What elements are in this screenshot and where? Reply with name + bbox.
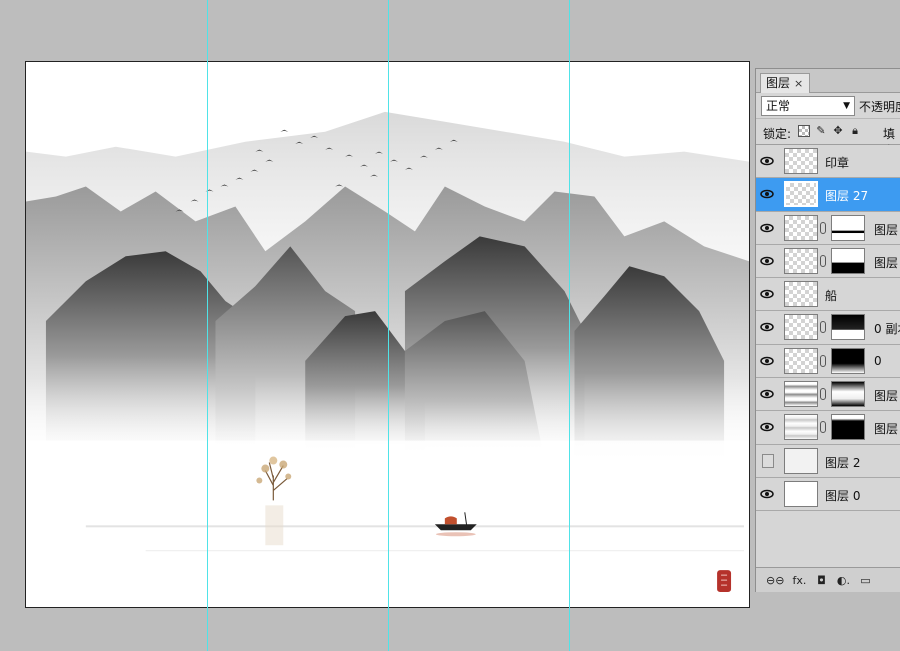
layer-row[interactable]: 图层 xyxy=(756,378,900,412)
layer-row[interactable]: 图层 2 xyxy=(756,444,900,478)
layer-name: 0 xyxy=(874,353,882,368)
layer-name: 印章 xyxy=(825,156,850,170)
layer-name: 图层 xyxy=(874,389,899,404)
layer-name: 图层 2 xyxy=(825,455,861,470)
eye-icon[interactable] xyxy=(759,319,775,335)
new-group-folder-icon[interactable]: ▭ xyxy=(858,574,872,587)
layer-mask-thumbnail xyxy=(831,214,865,241)
eye-icon[interactable] xyxy=(759,253,775,269)
panel-footer: ⊖⊖ fx. ◘ ◐. ▭ xyxy=(756,567,900,592)
layer-row[interactable]: 船 xyxy=(756,278,900,312)
guide-line-1[interactable] xyxy=(207,0,208,651)
add-mask-icon[interactable]: ◘ xyxy=(814,574,828,587)
layer-thumbnail xyxy=(784,214,818,241)
layer-name: 图层 27 xyxy=(825,189,869,204)
eye-icon[interactable] xyxy=(759,386,775,402)
layer-thumbnail xyxy=(784,281,818,308)
layer-thumbnail xyxy=(784,347,818,374)
layer-row[interactable]: 图层 0 xyxy=(756,477,900,512)
eye-icon[interactable] xyxy=(759,353,775,369)
tab-layers[interactable]: 图层 × xyxy=(760,73,810,93)
lock-transparency-icon[interactable] xyxy=(798,125,810,137)
layer-thumbnail xyxy=(784,447,818,474)
layer-mask-thumbnail xyxy=(831,414,865,441)
link-layers-icon[interactable]: ⊖⊖ xyxy=(766,574,784,587)
layer-thumbnail xyxy=(784,247,818,274)
layer-name: 图层 xyxy=(874,422,899,437)
opacity-label: 不透明度 xyxy=(859,100,900,114)
layer-thumbnail xyxy=(784,381,818,408)
lock-move-icon[interactable]: ✥ xyxy=(832,125,844,137)
eye-icon[interactable] xyxy=(759,186,775,202)
lock-row: 锁定: ✎ ✥ 🔒︎ 填充 xyxy=(756,119,900,158)
layer-name: 船 xyxy=(825,289,838,304)
layer-mask-thumbnail xyxy=(831,381,865,408)
link-icon[interactable] xyxy=(820,354,826,367)
tab-layers-label: 图层 xyxy=(766,76,791,90)
eye-icon[interactable] xyxy=(759,153,775,169)
blend-mode-select[interactable]: 正常 ▼ xyxy=(761,96,855,116)
layer-row-selected[interactable]: 图层 27 xyxy=(756,178,900,212)
layer-thumbnail xyxy=(784,181,818,208)
layer-name: 0 副本 xyxy=(874,322,900,337)
lock-label: 锁定: xyxy=(763,127,792,141)
layer-thumbnail xyxy=(784,414,818,441)
seal-stamp xyxy=(717,570,732,593)
panel-tabbar: 图层 × xyxy=(756,69,900,93)
layer-thumbnail xyxy=(784,148,818,174)
link-icon[interactable] xyxy=(820,321,826,334)
layer-row[interactable]: 印章 xyxy=(756,145,900,179)
layer-mask-thumbnail xyxy=(831,347,865,374)
link-icon[interactable] xyxy=(820,421,826,434)
eye-icon[interactable] xyxy=(759,486,775,502)
link-icon[interactable] xyxy=(820,388,826,401)
layers-panel: 图层× 正常 ▼ 不透明度 锁定: ✎ ✥ 🔒︎ 填充 印章 图层 27 xyxy=(755,68,900,592)
dropdown-arrow-icon: ▼ xyxy=(843,101,850,111)
close-icon[interactable]: × xyxy=(794,77,803,90)
layer-name: 图层 xyxy=(874,222,899,237)
layer-list: 印章 图层 27 图层 图层 船 0 副 0 图层 图层 图层 2 图层 0 xyxy=(756,145,900,512)
blend-row: 正常 ▼ 不透明度 xyxy=(756,93,900,119)
link-icon[interactable] xyxy=(820,221,826,234)
layer-thumbnail xyxy=(784,480,818,507)
lock-paint-icon[interactable]: ✎ xyxy=(815,125,827,137)
layer-row[interactable]: 0 副本 xyxy=(756,311,900,345)
eye-icon[interactable] xyxy=(759,286,775,302)
layer-name: 图层 0 xyxy=(825,488,861,503)
layer-name: 图层 xyxy=(874,255,899,270)
visibility-toggle-off[interactable] xyxy=(762,453,774,468)
layer-row[interactable]: 0 xyxy=(756,344,900,379)
blend-mode-value: 正常 xyxy=(766,99,791,113)
guide-line-2[interactable] xyxy=(388,0,389,651)
fx-icon[interactable]: fx. xyxy=(792,574,806,587)
link-icon[interactable] xyxy=(820,254,826,267)
layer-thumbnail xyxy=(784,314,818,341)
layer-row[interactable]: 图层 xyxy=(756,211,900,245)
guide-line-3[interactable] xyxy=(569,0,570,651)
layer-row[interactable]: 图层 xyxy=(756,244,900,279)
layer-mask-thumbnail xyxy=(831,314,865,341)
adjustment-layer-icon[interactable]: ◐. xyxy=(836,574,850,587)
lock-all-icon[interactable]: 🔒︎ xyxy=(849,125,861,137)
eye-icon[interactable] xyxy=(759,220,775,236)
layer-row[interactable]: 图层 xyxy=(756,411,900,445)
layer-mask-thumbnail xyxy=(831,247,865,274)
eye-icon[interactable] xyxy=(759,419,775,435)
